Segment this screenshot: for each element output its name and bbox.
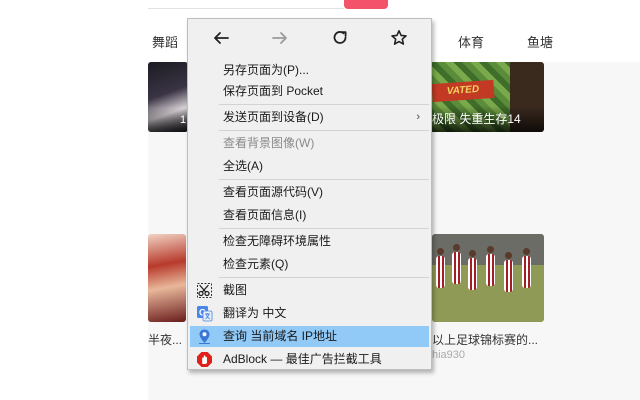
arrow-left-icon — [214, 32, 229, 44]
category-tab[interactable]: 舞蹈 — [152, 32, 178, 51]
forward-button[interactable] — [266, 25, 294, 51]
search-button[interactable] — [344, 0, 388, 9]
player-figure — [522, 256, 531, 288]
star-icon — [391, 30, 407, 45]
player-figure — [468, 258, 477, 290]
menu-separator — [219, 104, 429, 105]
player-figure — [452, 252, 461, 284]
menu-item-save-to-pocket[interactable]: 保存页面到 Pocket — [190, 81, 429, 102]
menu-item-save-as[interactable]: 另存页面为(P)... — [190, 60, 429, 81]
reload-button[interactable] — [326, 25, 354, 51]
menu-item-label: 查询 当前域名 IP地址 — [223, 329, 338, 343]
menu-item-label: 另存页面为(P)... — [223, 63, 309, 77]
menu-item-label: 发送页面到设备(D) — [223, 110, 324, 124]
context-menu-nav-row — [188, 19, 431, 57]
menu-item-screenshot[interactable]: 截图 — [190, 280, 429, 301]
menu-item-label: 保存页面到 Pocket — [223, 84, 324, 98]
menu-item-label: 查看背景图像(W) — [223, 136, 315, 150]
menu-item-label: AdBlock — 最佳广告拦截工具 — [223, 352, 382, 366]
menu-item-label: 全选(A) — [223, 159, 263, 173]
menu-item-select-all[interactable]: 全选(A) — [190, 156, 429, 177]
player-head — [523, 248, 530, 255]
menu-separator — [219, 179, 429, 180]
scissors-icon — [197, 283, 212, 298]
adblock-icon — [197, 352, 212, 367]
player-figure — [504, 260, 513, 292]
translate-icon: G — [197, 306, 213, 322]
menu-item-label: 翻译为 中文 — [223, 306, 287, 320]
menu-item-label: 检查元素(Q) — [223, 257, 289, 271]
menu-item-send-to-device[interactable]: 发送页面到设备(D) › — [190, 107, 429, 128]
chevron-right-icon: › — [416, 111, 420, 123]
bookmark-button[interactable] — [385, 25, 413, 51]
video-thumbnail[interactable]: 1 — [148, 62, 188, 132]
player-head — [469, 250, 476, 257]
video-author[interactable]: hia930 — [432, 349, 465, 361]
menu-item-view-background-image: 查看背景图像(W) — [190, 133, 429, 154]
menu-item-translate[interactable]: G 翻译为 中文 — [190, 303, 429, 324]
context-menu: 另存页面为(P)... 保存页面到 Pocket 发送页面到设备(D) › 查看… — [187, 18, 432, 370]
search-box-underline — [148, 8, 344, 9]
thumbnail-caption: 极限 失重生存14 — [432, 112, 521, 126]
back-button[interactable] — [207, 25, 235, 51]
video-title[interactable]: 以上足球锦标赛的... — [432, 331, 538, 348]
menu-item-label: 截图 — [223, 283, 248, 297]
menu-item-label: 检查无障碍环境属性 — [223, 234, 332, 248]
reload-icon — [333, 31, 347, 44]
menu-separator — [219, 130, 429, 131]
player-head — [487, 246, 494, 253]
player-figure — [486, 254, 495, 286]
player-figure — [436, 256, 445, 288]
menu-item-label: 查看页面源代码(V) — [223, 185, 323, 199]
location-pin-icon — [199, 329, 210, 344]
menu-item-view-source[interactable]: 查看页面源代码(V) — [190, 182, 429, 203]
menu-item-inspect-element[interactable]: 检查元素(Q) — [190, 254, 429, 275]
menu-item-view-page-info[interactable]: 查看页面信息(I) — [190, 205, 429, 226]
menu-item-adblock[interactable]: AdBlock — 最佳广告拦截工具 — [190, 349, 429, 370]
menu-item-label: 查看页面信息(I) — [223, 208, 307, 222]
thumbnail-tag: 1 — [180, 114, 187, 126]
arrow-right-icon — [272, 32, 287, 44]
menu-item-ip-query[interactable]: 查询 当前域名 IP地址 — [190, 326, 429, 347]
video-title[interactable]: 半夜... — [148, 331, 182, 348]
video-thumbnail[interactable] — [432, 234, 544, 322]
video-thumbnail[interactable]: VATED 极限 失重生存14 — [430, 62, 544, 132]
player-head — [505, 252, 512, 259]
menu-separator — [219, 228, 429, 229]
player-head — [453, 244, 460, 251]
video-thumbnail[interactable] — [148, 234, 186, 322]
game-logo: VATED — [431, 79, 495, 103]
menu-separator — [219, 277, 429, 278]
player-head — [437, 248, 444, 255]
category-tab[interactable]: 鱼塘 — [527, 32, 553, 51]
category-tab[interactable]: 体育 — [458, 32, 484, 51]
menu-item-inspect-accessibility[interactable]: 检查无障碍环境属性 — [190, 231, 429, 252]
